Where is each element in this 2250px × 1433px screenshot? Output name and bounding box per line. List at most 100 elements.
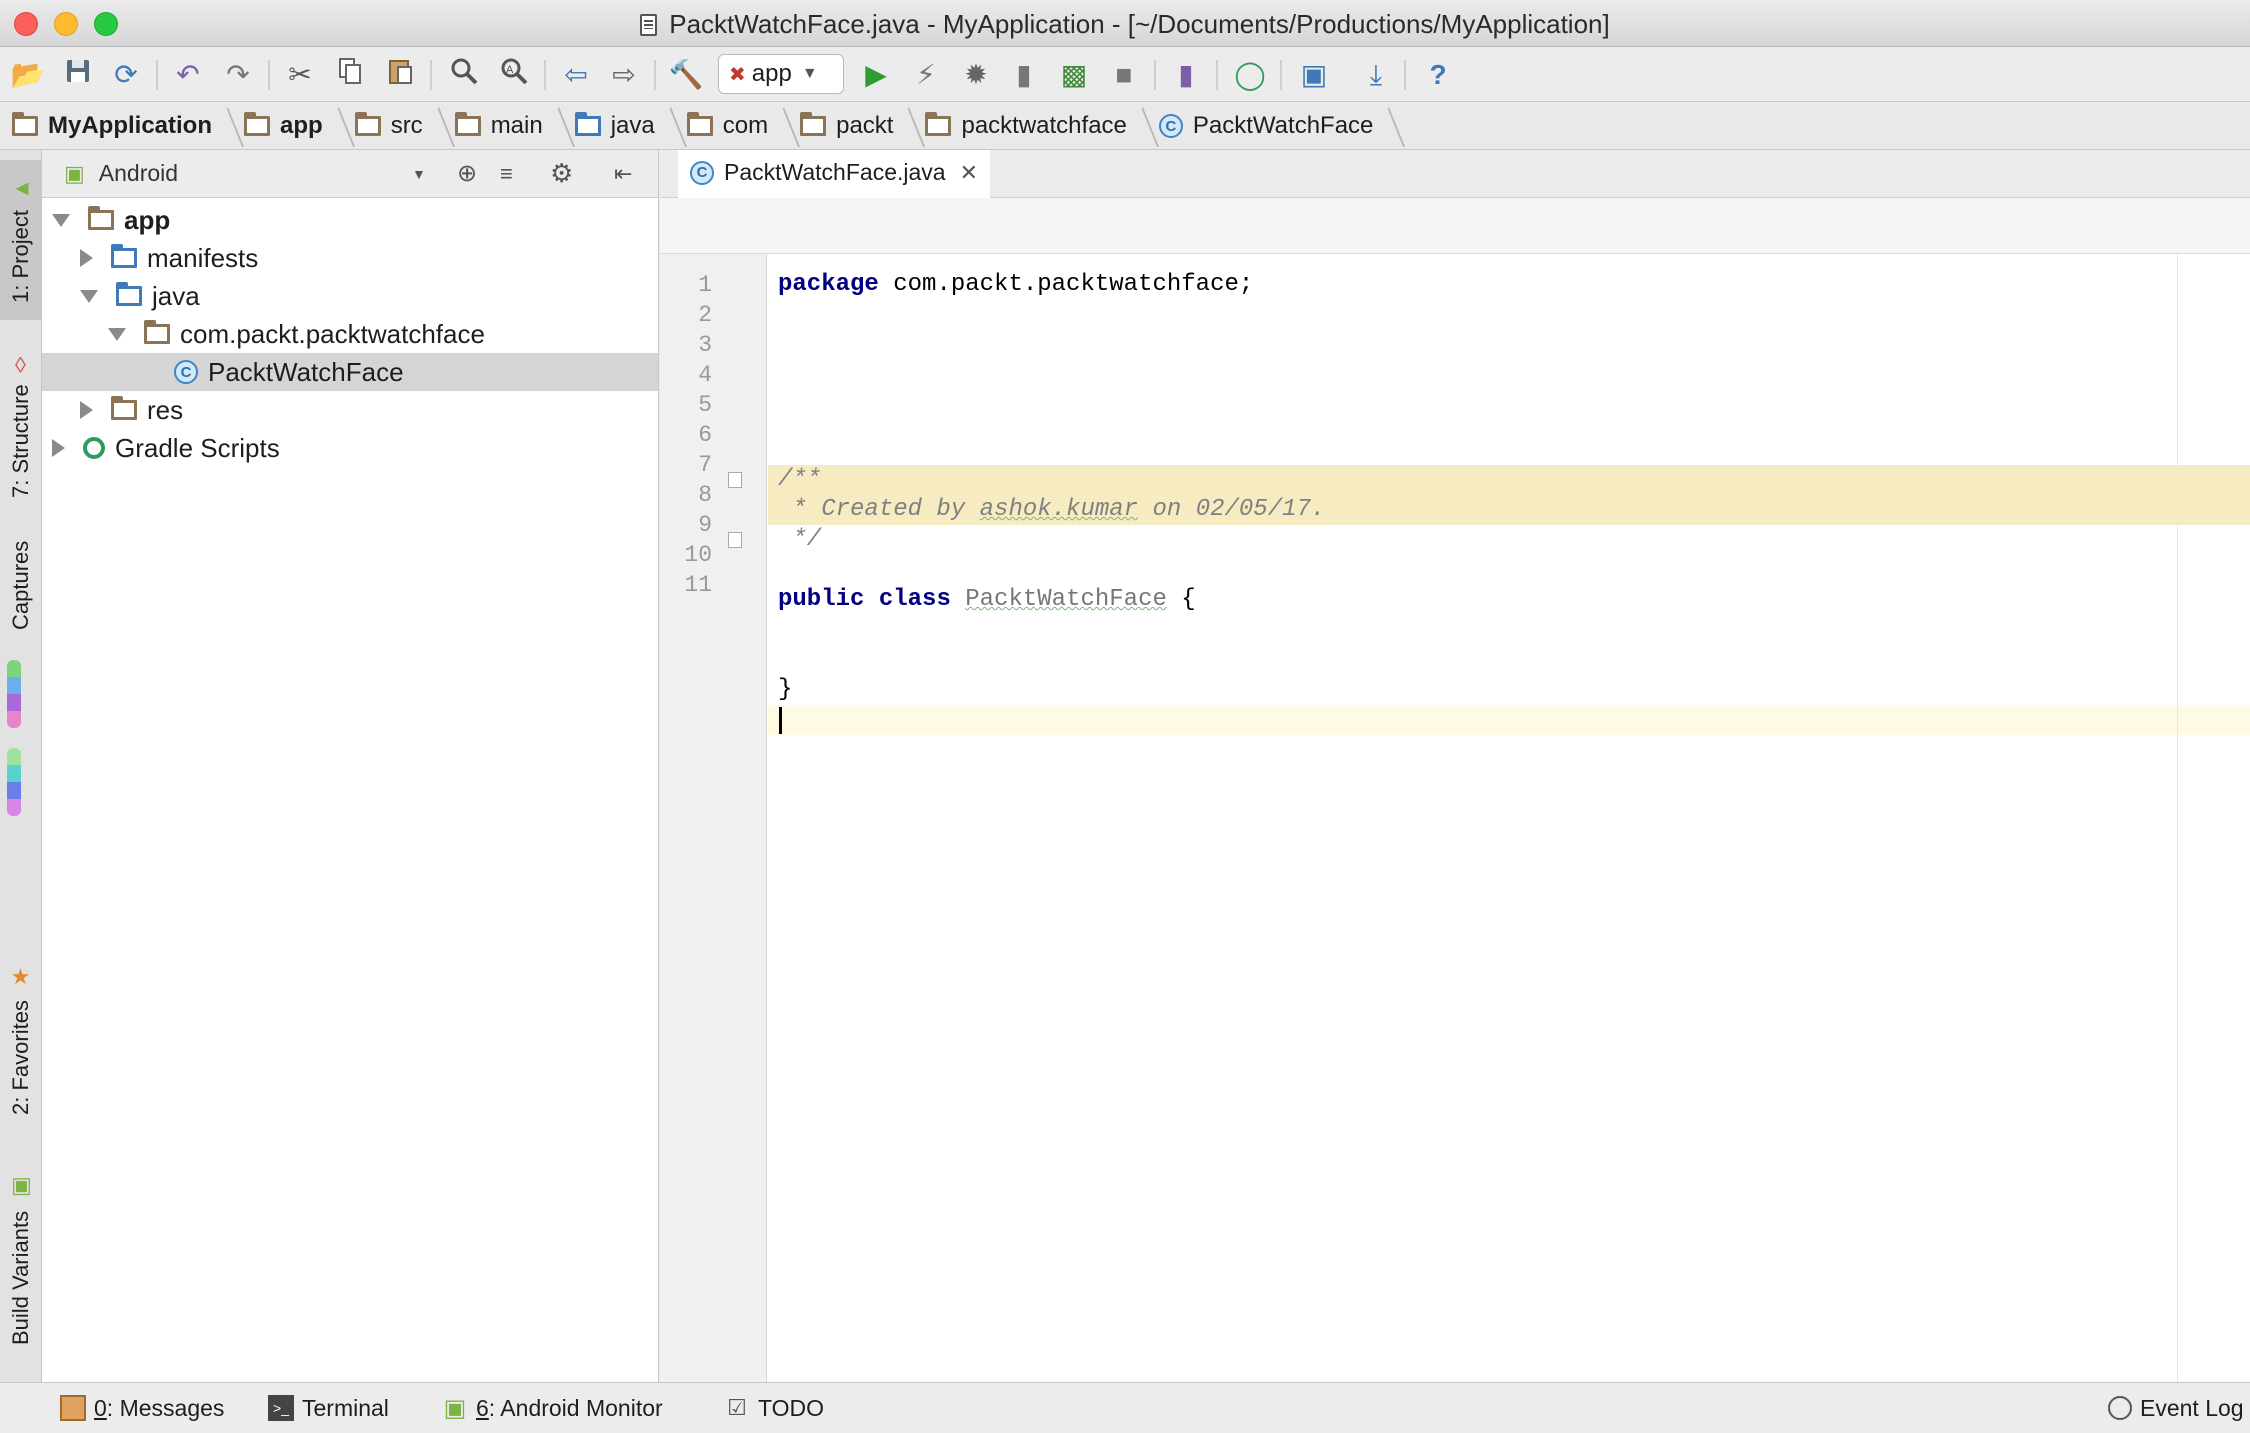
avd-manager-icon[interactable]: ▮ [1168,57,1204,93]
undo-icon[interactable]: ↶ [170,57,206,93]
instant-run-icon[interactable]: ⚡ [908,57,944,93]
editor-tab-bar: C PacktWatchFace.java ✕ [660,150,2250,198]
package-icon [144,320,170,344]
collapse-arrow-icon[interactable] [80,401,93,419]
sdk-manager-icon[interactable]: ⤓ [1358,57,1394,93]
save-all-icon[interactable] [60,57,96,93]
view-mode-select[interactable]: Android [99,160,178,187]
code-line-5[interactable]: */ [778,525,821,555]
forward-icon[interactable]: ⇨ [606,57,642,93]
breadcrumb-label: packt [836,112,894,139]
package-icon [925,112,952,136]
breadcrumb-item[interactable]: java [574,103,679,150]
replace-icon[interactable]: A [496,57,532,93]
tree-item[interactable]: java [42,277,658,315]
breadcrumb-item[interactable]: app [244,103,347,150]
view-mode-chevron-icon[interactable]: ▼ [412,166,426,182]
build-variants-tool-tab[interactable]: Build Variants ▣ [0,1150,42,1370]
hide-panel-icon[interactable]: ⇤ [614,161,632,187]
editor-breadcrumb-area [660,198,2250,254]
line-number: 3 [698,332,712,358]
stop-icon[interactable]: ■ [1106,57,1142,93]
android-variant-icon: ▣ [8,1175,33,1201]
make-project-icon[interactable]: 🔨 [668,57,704,93]
line-number: 8 [698,482,712,508]
android-monitor-icon: ▣ [443,1394,467,1422]
line-number-gutter: 1 2 3 4 5 6 7 8 9 10 11 [660,254,767,1382]
sync-gradle-icon[interactable]: ◯ [1232,57,1268,93]
svg-text:A: A [506,64,514,76]
android-monitor-tool-button[interactable]: ▣ 6: Android Monitor [442,1383,663,1433]
breadcrumb-label: main [490,112,543,139]
collapse-arrow-icon[interactable] [80,249,93,267]
breadcrumb-label: java [610,112,655,139]
expand-arrow-icon[interactable] [52,213,70,227]
terminal-tool-button[interactable]: >_ Terminal [268,1383,389,1433]
messages-icon [60,1395,86,1421]
breadcrumb-item[interactable]: src [354,103,447,150]
code-line-3[interactable]: /** [778,465,821,495]
redo-icon[interactable]: ↷ [220,57,256,93]
scroll-from-source-icon[interactable]: ⊕ [457,159,477,188]
paste-icon[interactable] [382,57,418,93]
left-tool-window-strip: 1: Project ▲ 7: Structure ◊ Captures 2: Fa… [0,150,42,1382]
editor-tab[interactable]: C PacktWatchFace.java ✕ [678,150,991,198]
structure-tool-tab[interactable]: 7: Structure ◊ [0,340,42,510]
copy-icon[interactable] [332,57,368,93]
window-title: PacktWatchFace.java - MyApplication - [~… [0,9,2250,40]
breadcrumb-item[interactable]: main [454,103,567,150]
tree-item[interactable]: Gradle Scripts [42,429,658,467]
open-folder-icon[interactable]: 📂 [10,57,46,93]
event-log-tool-button[interactable]: Event Log [2108,1383,2244,1433]
title-bar: PacktWatchFace.java - MyApplication - [~… [0,0,2250,47]
collapse-all-icon[interactable]: ≡ [500,161,513,187]
profile-icon[interactable]: ▮ [1006,57,1042,93]
tree-item[interactable]: com.packt.packtwatchface [42,315,658,353]
collapse-arrow-icon[interactable] [52,439,65,457]
module-folder-icon [244,112,271,136]
messages-tool-button[interactable]: 0: Messages [60,1383,224,1433]
favorites-tool-tab[interactable]: 2: Favorites ★ [0,950,42,1130]
source-folder-icon [574,112,601,136]
code-line-1[interactable]: package com.packt.packtwatchface; [778,270,1253,300]
breadcrumb-label: PacktWatchFace [1192,112,1374,139]
help-icon[interactable]: ? [1420,57,1456,93]
captures-tool-tab[interactable]: Captures [0,530,42,640]
main-toolbar: 📂 ⟳ ↶ ↷ ✂ A ⇦ ⇨ 🔨 ✖ app ▼ ▶ ⚡ ✹ ▮ ▩ ■ ▮ … [0,48,2250,102]
captures-color-bar-icon [7,660,21,728]
find-icon[interactable] [446,57,482,93]
code-line-10[interactable]: } [778,675,792,705]
project-tool-tab[interactable]: 1: Project ▲ [0,160,42,320]
project-structure-icon[interactable]: ▣ [1296,57,1332,93]
breadcrumb-item[interactable]: MyApplication [12,103,236,150]
tree-item[interactable]: app [42,201,658,239]
tree-item[interactable]: res [42,391,658,429]
back-icon[interactable]: ⇦ [558,57,594,93]
breadcrumb-item[interactable]: packtwatchface [925,103,1150,150]
palette-color-bar-icon [7,748,21,816]
expand-arrow-icon[interactable] [108,327,126,341]
breadcrumb-item[interactable]: com [686,103,792,150]
expand-arrow-icon[interactable] [80,289,98,303]
fold-start-icon[interactable] [728,472,742,488]
android-icon: ▲ [8,176,34,202]
tree-item[interactable]: manifests [42,239,658,277]
close-tab-icon[interactable]: ✕ [960,160,978,186]
attach-debugger-icon[interactable]: ▩ [1056,57,1092,93]
run-configuration-select[interactable]: ✖ app ▼ [718,54,844,94]
code-line-4[interactable]: * Created by ashok.kumar on 02/05/17. [778,495,1325,525]
run-icon[interactable]: ▶ [858,57,894,93]
debug-icon[interactable]: ✹ [958,57,994,93]
synchronize-icon[interactable]: ⟳ [108,57,144,93]
cut-icon[interactable]: ✂ [282,57,318,93]
fold-end-icon[interactable] [728,532,742,548]
breadcrumb-label: packtwatchface [961,112,1127,139]
breadcrumb-item[interactable]: packt [800,103,917,150]
todo-tool-button[interactable]: ☑ TODO [724,1383,824,1433]
code-line-7[interactable]: public class PacktWatchFace { [778,585,1196,615]
module-folder-icon [12,112,38,136]
tree-item-label: manifests [147,242,259,273]
settings-gear-icon[interactable]: ⚙ [550,158,573,189]
breadcrumb-item[interactable]: C PacktWatchFace [1158,103,1398,150]
tree-item[interactable]: C PacktWatchFace [42,353,658,391]
